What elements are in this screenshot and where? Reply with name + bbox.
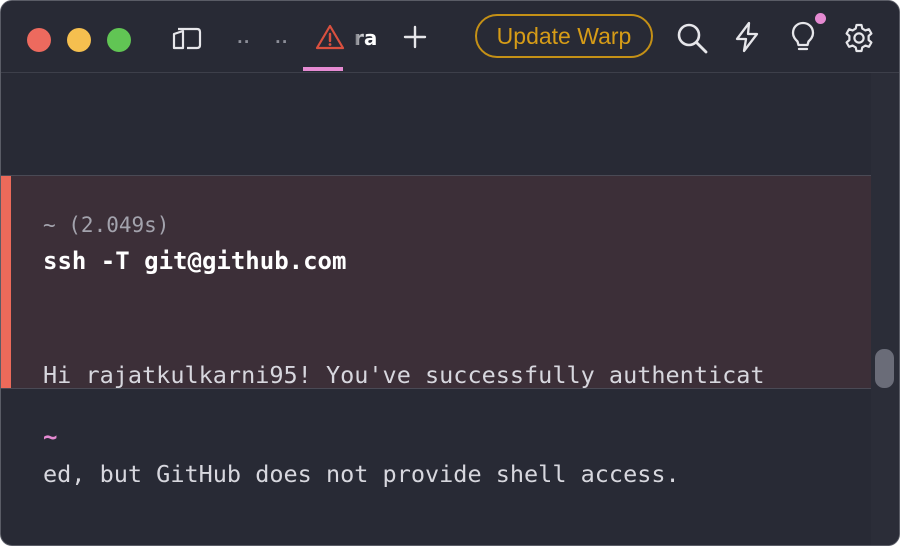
block-output: Hi rajatkulkarni95! You've successfully …: [43, 293, 765, 545]
warning-icon: [315, 24, 345, 50]
maximize-window-button[interactable]: [107, 28, 131, 52]
active-tab-indicator: [303, 67, 343, 71]
tab-2[interactable]: ..: [275, 29, 288, 47]
error-indicator-bar: [1, 176, 11, 388]
title-bar: .. .. ra Update Warp: [1, 1, 899, 73]
plus-icon[interactable]: [403, 25, 427, 49]
scrollbar-track[interactable]: [871, 73, 899, 545]
tab-1[interactable]: ..: [237, 29, 250, 47]
lightbulb-icon[interactable]: [790, 20, 816, 54]
search-icon[interactable]: [675, 21, 709, 55]
terminal-content[interactable]: ~ (2.049s) ssh -T git@github.com Hi raja…: [1, 73, 871, 545]
block-output-line: Hi rajatkulkarni95! You've successfully …: [43, 361, 765, 389]
gear-icon[interactable]: [843, 22, 875, 54]
minimize-window-button[interactable]: [67, 28, 91, 52]
active-tab-label[interactable]: ra: [354, 26, 377, 50]
scrollbar-thumb[interactable]: [875, 349, 894, 388]
lightning-icon[interactable]: [733, 21, 761, 53]
block-output-line: ed, but GitHub does not provide shell ac…: [43, 460, 680, 488]
command-block[interactable]: ~ (2.049s) ssh -T git@github.com Hi raja…: [1, 175, 871, 488]
split-pane-icon[interactable]: [171, 25, 203, 51]
terminal-window: .. .. ra Update Warp ~ (2.049s) ssh -T g…: [0, 0, 900, 546]
close-window-button[interactable]: [27, 28, 51, 52]
update-warp-button[interactable]: Update Warp: [475, 14, 653, 58]
block-header: ~ (2.049s): [43, 213, 170, 237]
input-prompt[interactable]: ~: [43, 423, 57, 451]
notification-dot: [815, 13, 826, 24]
block-command: ssh -T git@github.com: [43, 247, 347, 275]
